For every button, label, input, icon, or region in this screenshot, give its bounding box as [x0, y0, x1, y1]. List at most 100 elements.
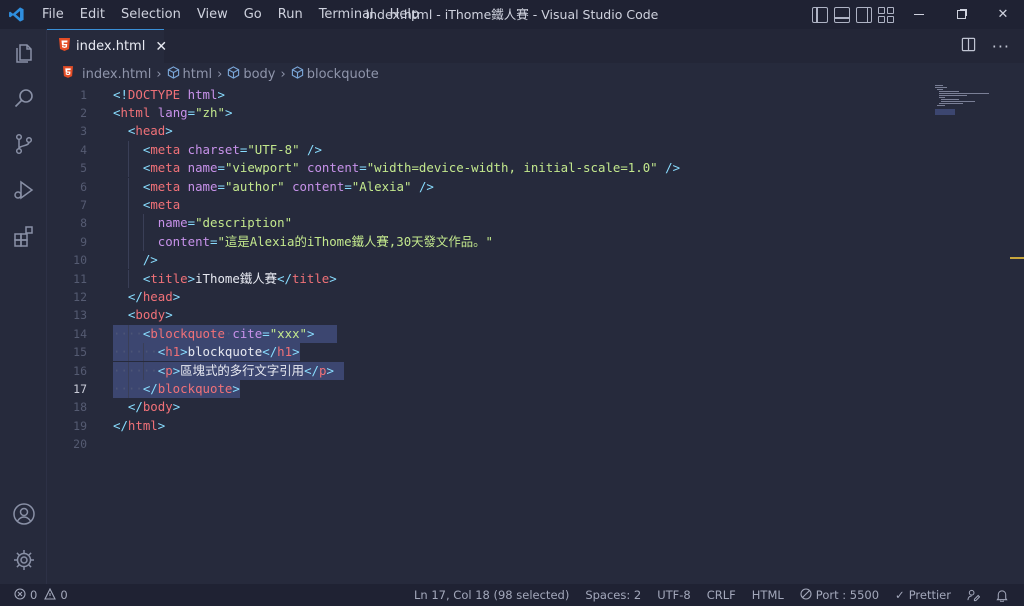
breadcrumb-blockquote[interactable]: blockquote — [291, 65, 379, 83]
menu-file[interactable]: File — [34, 0, 72, 29]
customize-layout-icon[interactable] — [878, 6, 894, 23]
warning-icon — [44, 587, 57, 603]
code-line: 20 — [47, 435, 927, 453]
symbol-element-icon — [227, 65, 240, 83]
html5-file-icon — [59, 38, 70, 55]
breadcrumb-body[interactable]: body — [227, 65, 276, 83]
code-line: 2 <html lang="zh"> — [47, 104, 927, 122]
menu-help[interactable]: Help — [382, 0, 428, 29]
code-text: <meta name="viewport" content="width=dev… — [142, 160, 681, 176]
run-debug-icon[interactable] — [0, 167, 47, 213]
line-number: 1 — [80, 87, 87, 102]
code-editor[interactable]: 1 <!DOCTYPE html> 2 <html lang="zh"> 3 <head… — [47, 85, 1024, 584]
line-number: 8 — [80, 216, 87, 231]
language-mode[interactable]: HTML — [744, 588, 792, 602]
toggle-panel-icon[interactable] — [834, 6, 850, 23]
code-line: 19 </html> — [47, 417, 927, 435]
tab-label: index.html — [76, 39, 146, 54]
code-text: </html> — [113, 417, 166, 433]
code-text: <html lang="zh"> — [113, 104, 233, 120]
code-line: 6 <meta name="author" content="Alexia" /… — [47, 177, 927, 196]
close-window-button[interactable]: ✕ — [982, 0, 1024, 29]
indentation[interactable]: Spaces: 2 — [577, 588, 649, 602]
code-text: <meta — [142, 196, 181, 212]
minimize-button[interactable] — [898, 0, 940, 29]
code-line: 18 </body> — [47, 398, 927, 416]
check-icon: ✓ — [895, 588, 905, 602]
toggle-secondary-sidebar-icon[interactable] — [856, 6, 872, 23]
code-text: </body> — [127, 399, 181, 415]
breadcrumb: index.html › html › body › blockquote — [47, 63, 927, 85]
breadcrumb-file[interactable]: index.html — [63, 66, 151, 82]
code-text: <meta charset="UTF-8" /> — [142, 141, 322, 157]
code-line: 13 <body> — [47, 306, 927, 324]
menu-terminal[interactable]: Terminal — [311, 0, 382, 29]
line-number: 18 — [73, 400, 87, 415]
source-control-icon[interactable] — [0, 121, 47, 167]
menu-view[interactable]: View — [189, 0, 236, 29]
menu-run[interactable]: Run — [270, 0, 311, 29]
encoding[interactable]: UTF-8 — [649, 588, 699, 602]
scrollbar-marker — [1010, 257, 1024, 259]
code-line: 9 content="這是Alexia的iThome鐵人賽,30天發文作品。" — [47, 232, 927, 252]
code-line: 12 </head> — [47, 288, 927, 306]
code-line: 1 <!DOCTYPE html> — [47, 86, 927, 104]
more-actions-icon[interactable]: ··· — [992, 37, 1010, 56]
line-number: 19 — [73, 418, 87, 433]
cursor-position[interactable]: Ln 17, Col 18 (98 selected) — [406, 588, 577, 602]
line-number: 6 — [80, 179, 87, 194]
menu-selection[interactable]: Selection — [113, 0, 189, 29]
live-server-port[interactable]: Port : 5500 — [792, 587, 887, 603]
breadcrumb-html[interactable]: html — [167, 65, 212, 83]
code-line: 14 ····<blockquote·cite="xxx"> — [47, 324, 927, 344]
code-line: 17 ····</blockquote> — [47, 379, 927, 399]
line-number: 12 — [73, 290, 87, 305]
symbol-element-icon — [291, 65, 304, 83]
feedback-icon[interactable] — [959, 589, 988, 602]
minimap[interactable] — [935, 85, 995, 115]
settings-gear-icon[interactable] — [0, 537, 47, 583]
error-icon — [14, 587, 26, 603]
code-line: 15 ······<h1>blockquote</h1> — [47, 343, 927, 362]
tab-close-icon[interactable]: ✕ — [155, 39, 167, 55]
search-icon[interactable] — [0, 75, 47, 121]
split-editor-icon[interactable] — [961, 37, 976, 56]
problems-indicator[interactable]: 0 0 — [0, 587, 68, 603]
line-number: 16 — [73, 363, 87, 378]
accounts-icon[interactable] — [0, 491, 47, 537]
code-line: 3 <head> — [47, 122, 927, 140]
code-line: 7 <meta — [47, 195, 927, 215]
code-line: 8 name="description" — [47, 214, 927, 233]
extensions-icon[interactable] — [0, 213, 47, 259]
chevron-right-icon: › — [217, 66, 223, 82]
tab-index-html[interactable]: index.html ✕ — [47, 29, 167, 63]
end-of-line[interactable]: CRLF — [699, 588, 744, 602]
menu-go[interactable]: Go — [236, 0, 270, 29]
code-text: ····</blockquote> — [113, 380, 240, 396]
line-number: 13 — [73, 308, 87, 323]
port-blocked-icon — [800, 587, 812, 603]
code-line: 11 <title>iThome鐵人賽</title> — [47, 269, 927, 288]
code-line: 16 ······<p>區塊式的多行文字引用</p> — [47, 361, 927, 380]
line-number: 3 — [80, 124, 87, 139]
prettier-status[interactable]: ✓ Prettier — [887, 588, 959, 602]
menu-bar: File Edit Selection View Go Run Terminal Help — [34, 0, 427, 29]
code-text: ····<blockquote·cite="xxx"> — [113, 325, 315, 341]
toggle-primary-sidebar-icon[interactable] — [812, 6, 828, 23]
explorer-icon[interactable] — [0, 29, 47, 75]
notifications-bell-icon[interactable] — [988, 589, 1016, 602]
menu-edit[interactable]: Edit — [72, 0, 113, 29]
chevron-right-icon: › — [280, 66, 286, 82]
chevron-right-icon: › — [156, 66, 162, 82]
restore-button[interactable] — [940, 0, 982, 29]
code-line: 5 <meta name="viewport" content="width=d… — [47, 159, 927, 178]
code-text: <!DOCTYPE html> — [113, 86, 225, 102]
code-text: ······<h1>blockquote</h1> — [113, 344, 300, 360]
line-number: 4 — [80, 142, 87, 157]
line-number: 7 — [80, 198, 87, 213]
code-text: <title>iThome鐵人賽</title> — [142, 270, 337, 286]
tab-bar: index.html ✕ ··· — [47, 29, 1024, 63]
line-number: 5 — [80, 161, 87, 176]
title-bar: File Edit Selection View Go Run Terminal Help i… — [0, 0, 1024, 29]
html5-file-icon — [63, 66, 73, 82]
